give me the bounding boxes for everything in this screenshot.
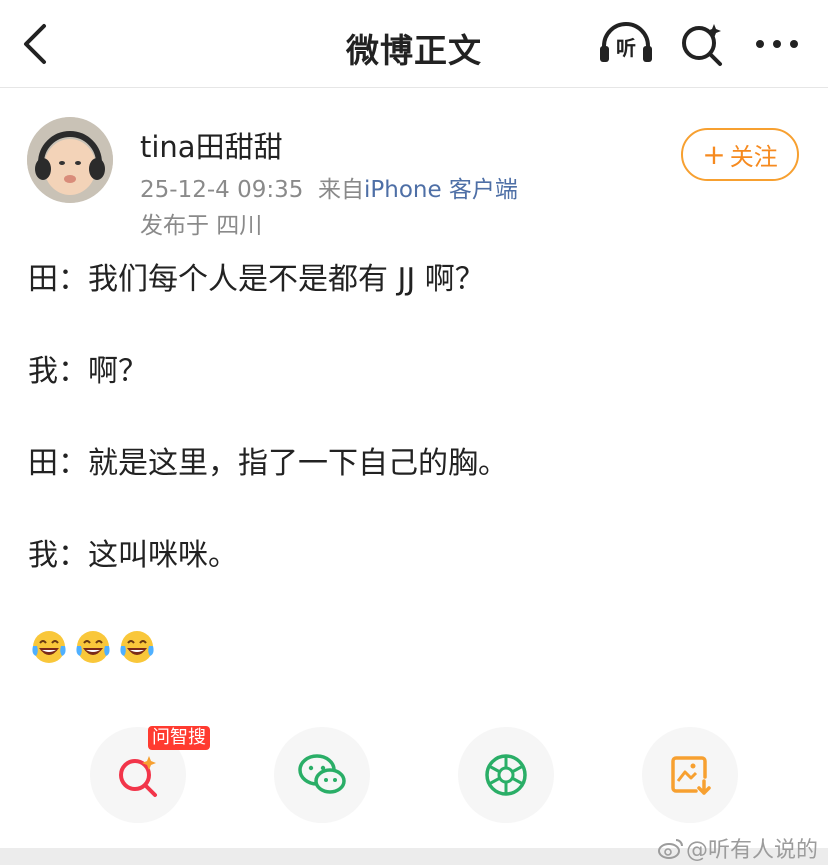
follow-button[interactable]: + 关注 <box>681 128 799 181</box>
nav-bar: 微博正文 听 <box>0 0 828 88</box>
listen-button[interactable]: 听 <box>598 20 654 66</box>
author-name[interactable]: tina田甜甜 <box>140 124 283 166</box>
moments-icon <box>485 754 527 796</box>
wechat-icon <box>298 754 346 794</box>
laughing-tears-emoji <box>76 631 110 663</box>
post-source[interactable]: iPhone 客户端 <box>364 177 518 203</box>
save-image-button[interactable] <box>642 727 738 823</box>
ask-badge: 问智搜 <box>148 726 210 750</box>
listen-label: 听 <box>616 36 636 60</box>
watermark: @听有人说的 <box>658 832 818 864</box>
follow-label: 关注 <box>729 143 778 171</box>
post-line: 我：啊？ <box>28 354 148 389</box>
avatar[interactable] <box>27 117 113 203</box>
source-prefix: 来自 <box>317 177 364 203</box>
plus-icon: + <box>702 138 726 171</box>
post-line: 田：就是这里，指了一下自己的胸。 <box>28 446 508 481</box>
watermark-text: @听有人说的 <box>686 838 819 863</box>
more-dots-icon[interactable] <box>752 24 802 64</box>
share-wechat-button[interactable] <box>274 727 370 823</box>
ai-search-icon[interactable] <box>678 20 726 68</box>
ai-search-icon <box>119 756 157 797</box>
post-timestamp: 25-12-4 09:35 <box>140 177 304 203</box>
post-line: 田：我们每个人是不是都有 JJ 啊？ <box>28 262 485 297</box>
laughing-tears-emoji <box>32 631 66 663</box>
post-location: 发布于 四川 <box>140 213 263 239</box>
post-content: 田：我们每个人是不是都有 JJ 啊？ 我：啊？ 田：就是这里，指了一下自己的胸。… <box>28 258 808 578</box>
laughing-tears-emoji <box>120 631 154 663</box>
post-meta: 25-12-4 09:35 来自iPhone 客户端 <box>140 170 518 204</box>
weibo-logo-icon <box>658 839 683 859</box>
post-line: 我：这叫咪咪。 <box>28 538 238 573</box>
save-image-icon <box>671 756 711 795</box>
emoji-row <box>30 628 156 666</box>
share-moments-button[interactable] <box>458 727 554 823</box>
